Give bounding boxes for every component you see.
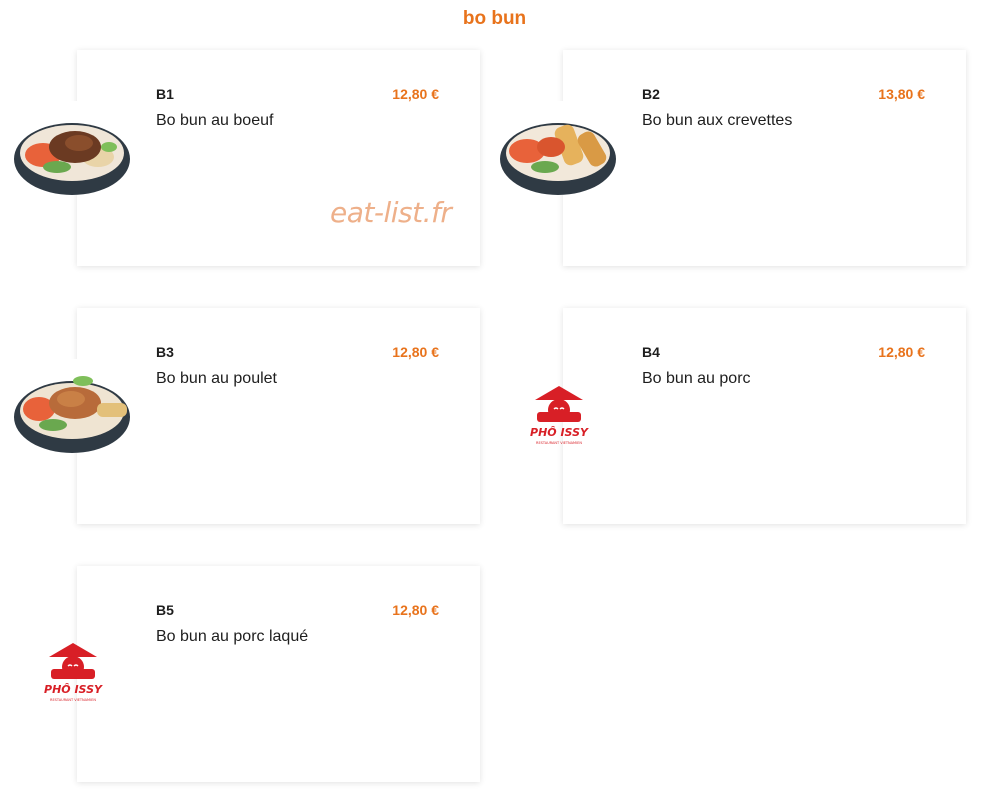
- menu-card-b5[interactable]: B5 12,80 € Bo bun au porc laqué: [77, 566, 480, 782]
- menu-card-b3[interactable]: B3 12,80 € Bo bun au poulet: [77, 308, 480, 524]
- menu-card-b2[interactable]: B2 13,80 € Bo bun aux crevettes: [563, 50, 966, 266]
- item-name: Bo bun au porc laqué: [156, 628, 309, 645]
- item-price: 12,80 €: [392, 344, 439, 360]
- item-price: 12,80 €: [392, 602, 439, 618]
- logo-text: PHÔ ISSY: [530, 425, 589, 439]
- item-name: Bo bun au boeuf: [156, 112, 274, 129]
- logo-text: PHÔ ISSY: [44, 682, 103, 696]
- item-code: B2: [642, 86, 660, 102]
- item-name: Bo bun au poulet: [156, 370, 277, 387]
- item-code: B1: [156, 86, 174, 102]
- menu-card-b1[interactable]: B1 12,80 € Bo bun au boeuf: [77, 50, 480, 266]
- item-price: 12,80 €: [392, 86, 439, 102]
- item-price: 12,80 €: [878, 344, 925, 360]
- chicken-bobun-photo[interactable]: [13, 359, 131, 453]
- logo-subtext: RESTAURANT VIETNAMIEN: [50, 698, 96, 702]
- item-name: Bo bun aux crevettes: [642, 112, 793, 129]
- item-code: B3: [156, 344, 174, 360]
- pho-issy-logo: PHÔ ISSY RESTAURANT VIETNAMIEN: [529, 384, 589, 450]
- watermark: eat-list.fr: [330, 196, 452, 229]
- item-code: B5: [156, 602, 174, 618]
- beef-bobun-photo[interactable]: [13, 101, 131, 195]
- item-price: 13,80 €: [878, 86, 925, 102]
- item-name: Bo bun au porc: [642, 370, 751, 387]
- shrimp-bobun-photo[interactable]: [499, 101, 617, 195]
- menu-card-b4[interactable]: B4 12,80 € Bo bun au porc: [563, 308, 966, 524]
- logo-subtext: RESTAURANT VIETNAMIEN: [536, 441, 582, 445]
- section-title: bo bun: [462, 8, 527, 29]
- pho-issy-logo: PHÔ ISSY RESTAURANT VIETNAMIEN: [43, 641, 103, 707]
- item-code: B4: [642, 344, 660, 360]
